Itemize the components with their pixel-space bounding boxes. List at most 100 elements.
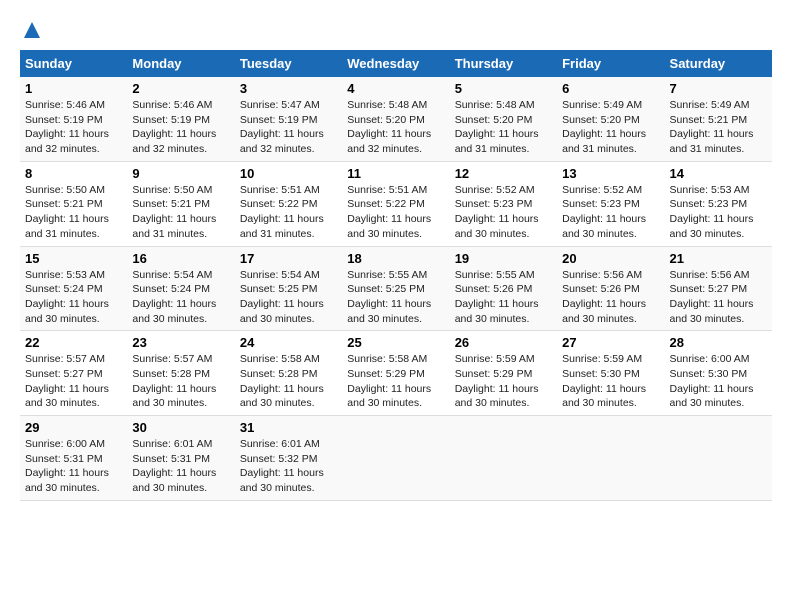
day-number: 14 xyxy=(670,166,767,181)
logo xyxy=(20,20,42,40)
day-number: 18 xyxy=(347,251,444,266)
calendar-cell: 28 Sunrise: 6:00 AM Sunset: 5:30 PM Dayli… xyxy=(665,331,772,416)
week-row-5: 29Sunrise: 6:00 AM Sunset: 5:31 PM Dayli… xyxy=(20,416,772,501)
day-info: Sunrise: 5:50 AM Sunset: 5:21 PM Dayligh… xyxy=(25,183,122,242)
calendar-cell: 13Sunrise: 5:52 AM Sunset: 5:23 PM Dayli… xyxy=(557,161,664,246)
day-number: 25 xyxy=(347,335,444,350)
calendar-cell: 23 Sunrise: 5:57 AM Sunset: 5:28 PM Dayli… xyxy=(127,331,234,416)
day-info: Sunrise: 5:58 AM Sunset: 5:28 PM Dayligh… xyxy=(240,352,337,411)
day-info: Sunrise: 5:50 AM Sunset: 5:21 PM Dayligh… xyxy=(132,183,229,242)
header-thursday: Thursday xyxy=(450,50,557,77)
header-wednesday: Wednesday xyxy=(342,50,449,77)
header-sunday: Sunday xyxy=(20,50,127,77)
calendar-cell: 30 Sunrise: 6:01 AM Sunset: 5:31 PM Dayli… xyxy=(127,416,234,501)
week-row-1: 1 Sunrise: 5:46 AM Sunset: 5:19 PM Daylig… xyxy=(20,77,772,161)
day-info: Sunrise: 5:53 AM Sunset: 5:23 PM Dayligh… xyxy=(670,183,767,242)
day-info: Sunrise: 6:00 AM Sunset: 5:31 PM Dayligh… xyxy=(25,437,122,496)
calendar-cell: 16 Sunrise: 5:54 AM Sunset: 5:24 PM Dayli… xyxy=(127,246,234,331)
day-info: Sunrise: 5:57 AM Sunset: 5:28 PM Dayligh… xyxy=(132,352,229,411)
calendar-cell: 27 Sunrise: 5:59 AM Sunset: 5:30 PM Dayli… xyxy=(557,331,664,416)
day-info: Sunrise: 5:51 AM Sunset: 5:22 PM Dayligh… xyxy=(347,183,444,242)
calendar-cell: 2Sunrise: 5:46 AM Sunset: 5:19 PM Daylig… xyxy=(127,77,234,161)
day-info: Sunrise: 6:01 AM Sunset: 5:31 PM Dayligh… xyxy=(132,437,229,496)
day-number: 26 xyxy=(455,335,552,350)
calendar-cell xyxy=(342,416,449,501)
day-info: Sunrise: 5:52 AM Sunset: 5:23 PM Dayligh… xyxy=(455,183,552,242)
day-info: Sunrise: 5:59 AM Sunset: 5:30 PM Dayligh… xyxy=(562,352,659,411)
calendar-body: 1 Sunrise: 5:46 AM Sunset: 5:19 PM Daylig… xyxy=(20,77,772,500)
day-number: 6 xyxy=(562,81,659,96)
day-info: Sunrise: 5:55 AM Sunset: 5:26 PM Dayligh… xyxy=(455,268,552,327)
day-info: Sunrise: 5:48 AM Sunset: 5:20 PM Dayligh… xyxy=(455,98,552,157)
calendar-cell: 10Sunrise: 5:51 AM Sunset: 5:22 PM Dayli… xyxy=(235,161,342,246)
week-row-4: 22 Sunrise: 5:57 AM Sunset: 5:27 PM Dayli… xyxy=(20,331,772,416)
day-info: Sunrise: 5:52 AM Sunset: 5:23 PM Dayligh… xyxy=(562,183,659,242)
calendar-cell: 21 Sunrise: 5:56 AM Sunset: 5:27 PM Dayli… xyxy=(665,246,772,331)
day-number: 9 xyxy=(132,166,229,181)
calendar-cell: 9 Sunrise: 5:50 AM Sunset: 5:21 PM Daylig… xyxy=(127,161,234,246)
day-info: Sunrise: 6:01 AM Sunset: 5:32 PM Dayligh… xyxy=(240,437,337,496)
calendar-cell: 20Sunrise: 5:56 AM Sunset: 5:26 PM Dayli… xyxy=(557,246,664,331)
calendar-cell: 3 Sunrise: 5:47 AM Sunset: 5:19 PM Daylig… xyxy=(235,77,342,161)
calendar-cell: 29Sunrise: 6:00 AM Sunset: 5:31 PM Dayli… xyxy=(20,416,127,501)
week-row-2: 8 Sunrise: 5:50 AM Sunset: 5:21 PM Daylig… xyxy=(20,161,772,246)
day-info: Sunrise: 5:54 AM Sunset: 5:24 PM Dayligh… xyxy=(132,268,229,327)
logo-icon xyxy=(22,20,42,40)
day-number: 11 xyxy=(347,166,444,181)
header-friday: Friday xyxy=(557,50,664,77)
calendar-cell xyxy=(557,416,664,501)
day-info: Sunrise: 5:57 AM Sunset: 5:27 PM Dayligh… xyxy=(25,352,122,411)
day-info: Sunrise: 5:54 AM Sunset: 5:25 PM Dayligh… xyxy=(240,268,337,327)
week-row-3: 15 Sunrise: 5:53 AM Sunset: 5:24 PM Dayli… xyxy=(20,246,772,331)
calendar-table: SundayMondayTuesdayWednesdayThursdayFrid… xyxy=(20,50,772,501)
day-info: Sunrise: 5:53 AM Sunset: 5:24 PM Dayligh… xyxy=(25,268,122,327)
calendar-cell: 8 Sunrise: 5:50 AM Sunset: 5:21 PM Daylig… xyxy=(20,161,127,246)
day-number: 31 xyxy=(240,420,337,435)
calendar-cell: 31 Sunrise: 6:01 AM Sunset: 5:32 PM Dayli… xyxy=(235,416,342,501)
calendar-cell: 18 Sunrise: 5:55 AM Sunset: 5:25 PM Dayli… xyxy=(342,246,449,331)
day-number: 27 xyxy=(562,335,659,350)
day-number: 3 xyxy=(240,81,337,96)
day-info: Sunrise: 5:46 AM Sunset: 5:19 PM Dayligh… xyxy=(132,98,229,157)
calendar-header: SundayMondayTuesdayWednesdayThursdayFrid… xyxy=(20,50,772,77)
day-info: Sunrise: 5:58 AM Sunset: 5:29 PM Dayligh… xyxy=(347,352,444,411)
day-info: Sunrise: 5:47 AM Sunset: 5:19 PM Dayligh… xyxy=(240,98,337,157)
day-number: 8 xyxy=(25,166,122,181)
calendar-cell: 22 Sunrise: 5:57 AM Sunset: 5:27 PM Dayli… xyxy=(20,331,127,416)
calendar-cell: 11 Sunrise: 5:51 AM Sunset: 5:22 PM Dayli… xyxy=(342,161,449,246)
day-info: Sunrise: 5:49 AM Sunset: 5:20 PM Dayligh… xyxy=(562,98,659,157)
calendar-cell: 15 Sunrise: 5:53 AM Sunset: 5:24 PM Dayli… xyxy=(20,246,127,331)
day-number: 22 xyxy=(25,335,122,350)
day-number: 4 xyxy=(347,81,444,96)
day-info: Sunrise: 5:49 AM Sunset: 5:21 PM Dayligh… xyxy=(670,98,767,157)
day-info: Sunrise: 5:55 AM Sunset: 5:25 PM Dayligh… xyxy=(347,268,444,327)
header-tuesday: Tuesday xyxy=(235,50,342,77)
day-info: Sunrise: 5:56 AM Sunset: 5:27 PM Dayligh… xyxy=(670,268,767,327)
day-info: Sunrise: 5:59 AM Sunset: 5:29 PM Dayligh… xyxy=(455,352,552,411)
calendar-cell: 17 Sunrise: 5:54 AM Sunset: 5:25 PM Dayli… xyxy=(235,246,342,331)
calendar-cell: 7 Sunrise: 5:49 AM Sunset: 5:21 PM Daylig… xyxy=(665,77,772,161)
day-number: 17 xyxy=(240,251,337,266)
calendar-cell: 4 Sunrise: 5:48 AM Sunset: 5:20 PM Daylig… xyxy=(342,77,449,161)
day-number: 7 xyxy=(670,81,767,96)
day-number: 20 xyxy=(562,251,659,266)
day-number: 30 xyxy=(132,420,229,435)
calendar-cell: 25 Sunrise: 5:58 AM Sunset: 5:29 PM Dayli… xyxy=(342,331,449,416)
day-number: 21 xyxy=(670,251,767,266)
calendar-cell: 6 Sunrise: 5:49 AM Sunset: 5:20 PM Daylig… xyxy=(557,77,664,161)
calendar-cell xyxy=(450,416,557,501)
day-info: Sunrise: 5:46 AM Sunset: 5:19 PM Dayligh… xyxy=(25,98,122,157)
day-number: 15 xyxy=(25,251,122,266)
day-number: 28 xyxy=(670,335,767,350)
day-info: Sunrise: 5:48 AM Sunset: 5:20 PM Dayligh… xyxy=(347,98,444,157)
day-number: 23 xyxy=(132,335,229,350)
day-number: 5 xyxy=(455,81,552,96)
day-number: 12 xyxy=(455,166,552,181)
day-info: Sunrise: 6:00 AM Sunset: 5:30 PM Dayligh… xyxy=(670,352,767,411)
calendar-cell: 5 Sunrise: 5:48 AM Sunset: 5:20 PM Daylig… xyxy=(450,77,557,161)
calendar-cell: 24 Sunrise: 5:58 AM Sunset: 5:28 PM Dayli… xyxy=(235,331,342,416)
day-number: 1 xyxy=(25,81,122,96)
day-number: 24 xyxy=(240,335,337,350)
day-number: 16 xyxy=(132,251,229,266)
calendar-cell xyxy=(665,416,772,501)
